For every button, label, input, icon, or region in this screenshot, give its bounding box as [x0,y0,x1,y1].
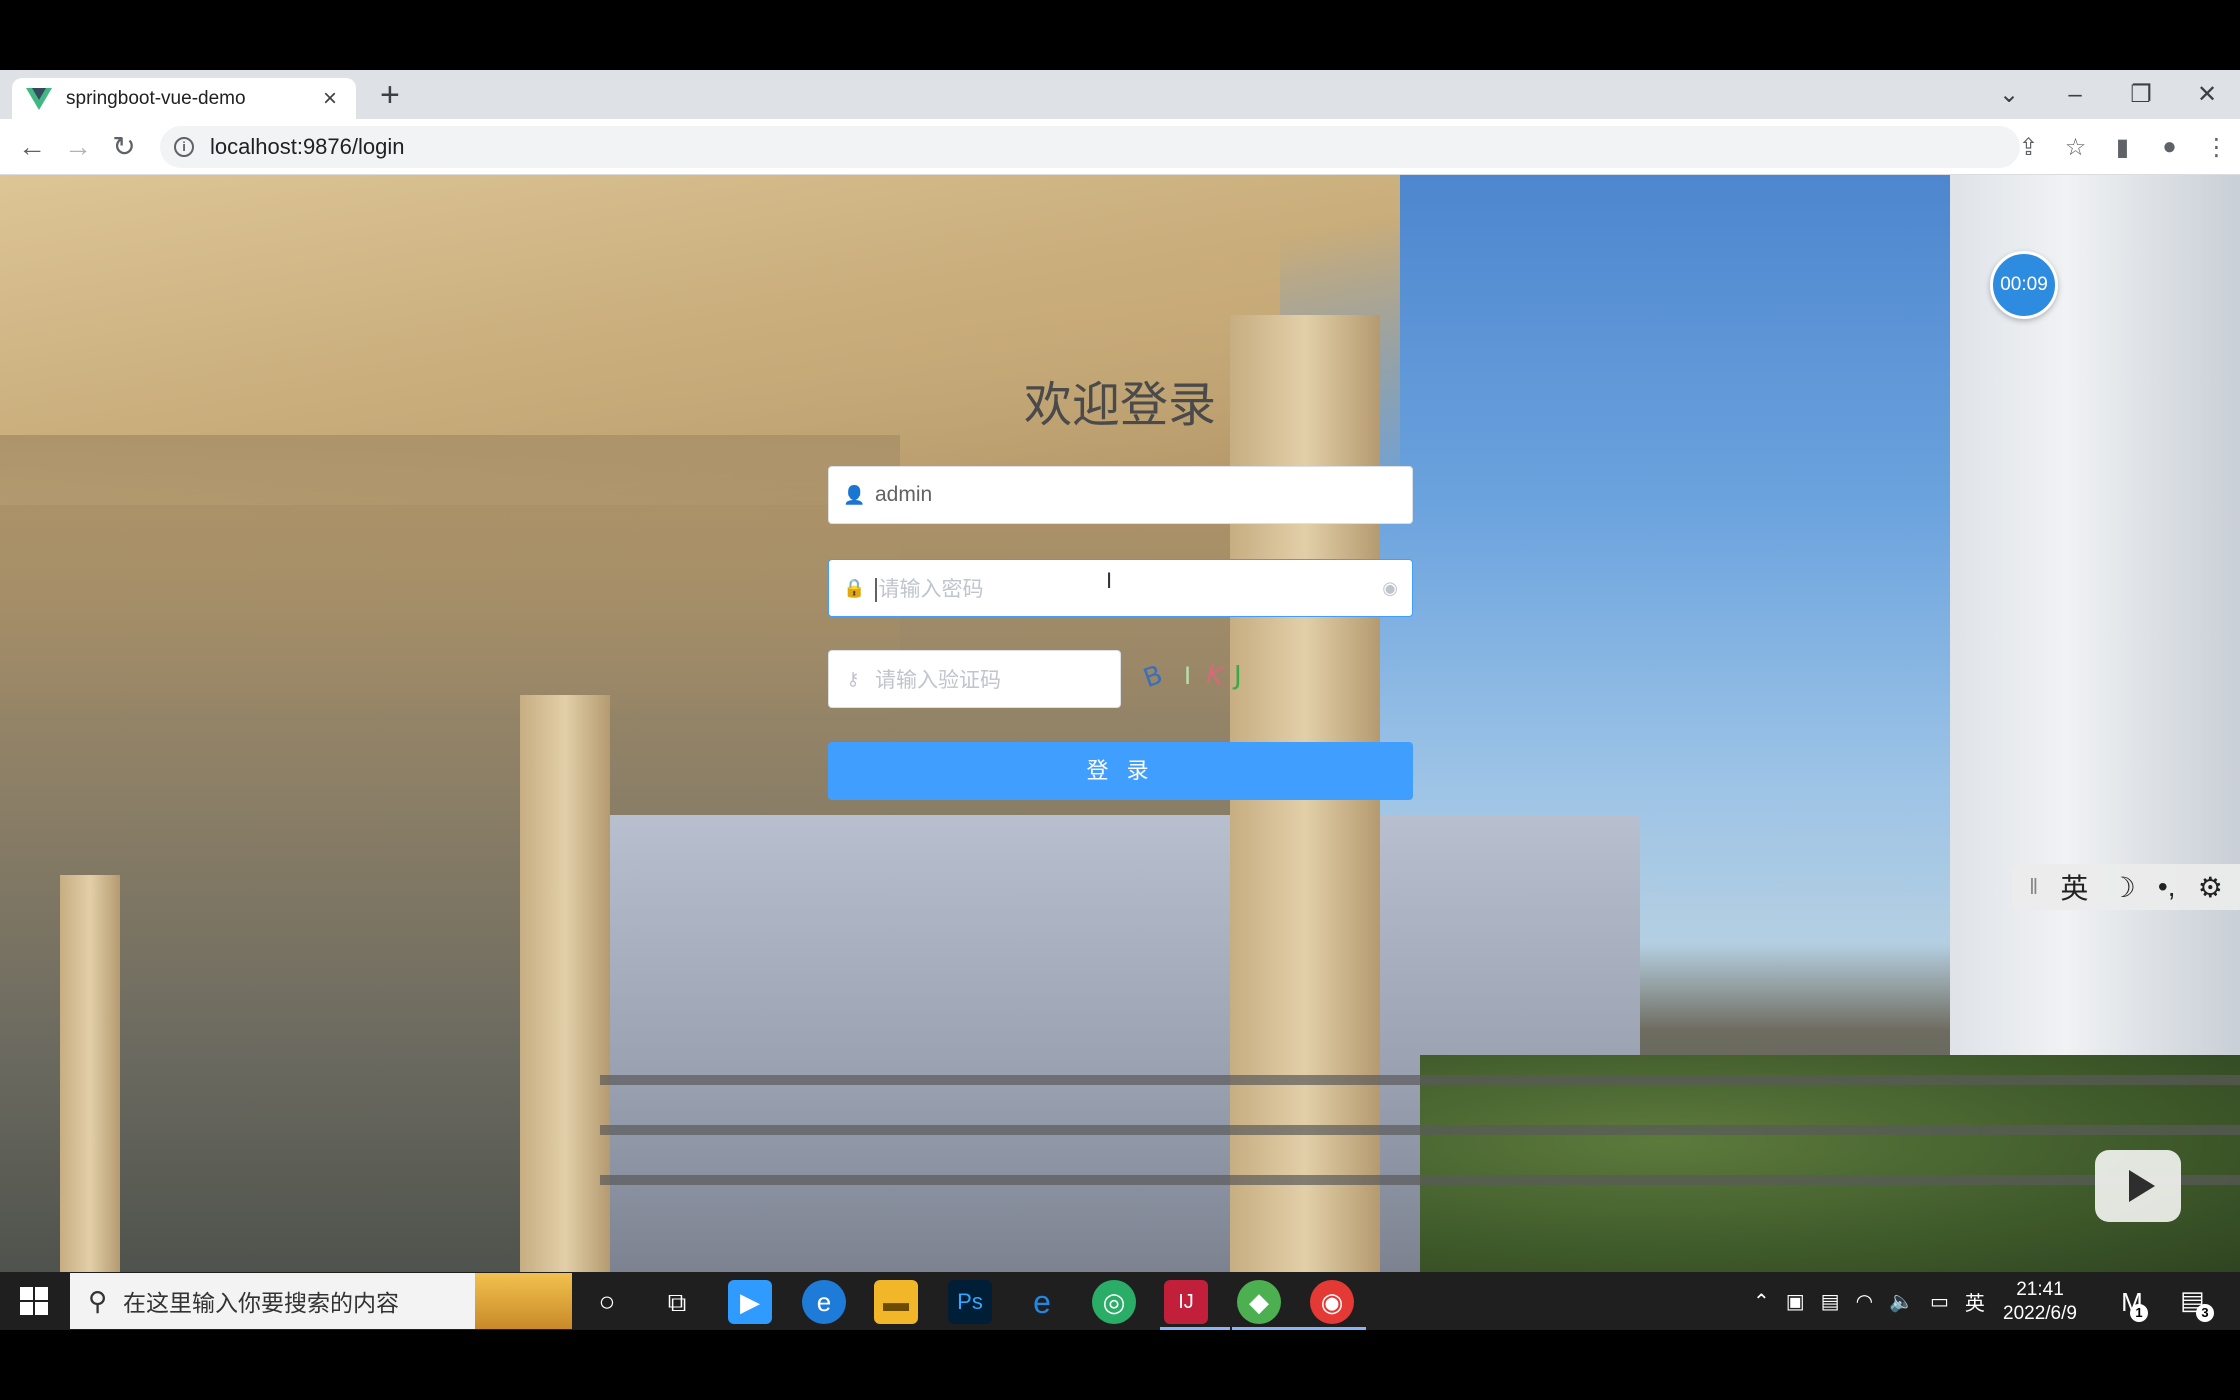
ime-toolbar: ‖ 英 ☽ •, ⚙ [2012,864,2240,910]
captcha-image[interactable]: B I K J [1140,654,1260,696]
intellij-idea-icon[interactable]: IJ [1164,1280,1208,1324]
tray-app-icon[interactable]: ▣ [1786,1289,1805,1314]
minimize-button[interactable]: – [2042,81,2108,109]
tab-close-icon[interactable]: × [318,86,342,111]
background-railing [600,1075,2240,1085]
taskbar-clock[interactable]: 21:41 2022/6/9 [2000,1278,2080,1326]
chevron-up-icon[interactable]: ⌃ [1753,1289,1770,1314]
password-placeholder: 请输入密码 [875,573,1382,603]
background-railing [600,1175,2240,1185]
user-icon: 👤 [843,484,866,505]
browser-tab[interactable]: springboot-vue-demo × [12,78,356,119]
side-panel-icon[interactable]: ▮ [2099,133,2146,162]
video-play-icon[interactable] [2095,1150,2181,1222]
system-tray: ⌃ ▣ ▤ ◠ 🔈 ▭ 英 [1745,1272,1993,1330]
file-explorer-icon[interactable]: ▬ [874,1280,918,1324]
tab-search-chevron-icon[interactable]: ⌄ [1976,80,2042,109]
tab-title: springboot-vue-demo [66,87,246,109]
site-info-icon[interactable]: i [174,137,194,157]
svg-text:J: J [1232,661,1242,691]
vue-logo-icon [26,87,52,110]
browser-toolbar: ← → ↻ i localhost:9876/login ⇪ ☆ ▮ ● ⋮ [0,119,2240,175]
forward-button[interactable]: → [60,129,96,165]
active-indicator [1232,1327,1302,1330]
recording-timer-badge[interactable]: 00:09 [1990,251,2058,319]
punctuation-icon[interactable]: •, [2158,871,2176,903]
notification-badge: 3 [2196,1304,2214,1322]
video-player-app-icon[interactable]: ▶ [728,1280,772,1324]
windows-start-icon[interactable] [20,1287,48,1315]
active-indicator [1296,1327,1366,1330]
windows-taskbar: ⚲ 在这里输入你要搜索的内容 ○ ⧉ ▶ e ▬ Ps e ◎ IJ ◆ ◉ ⌃… [0,1272,2240,1330]
search-icon: ⚲ [88,1285,108,1316]
taskbar-search-placeholder: 在这里输入你要搜索的内容 [123,1290,400,1316]
background-railing [600,1125,2240,1135]
moon-icon[interactable]: ☽ [2111,871,2136,904]
ime-lang-toggle[interactable]: 英 [2060,867,2088,907]
page-title: 欢迎登录 [1023,379,1216,432]
eye-icon[interactable]: ◉ [1382,578,1398,599]
profile-avatar-icon[interactable]: ● [2146,133,2193,161]
new-tab-button[interactable]: + [380,78,400,112]
gear-icon[interactable]: ⚙ [2198,871,2223,904]
username-field[interactable]: 👤 admin [828,466,1413,524]
text-cursor-icon: I [1106,568,1113,593]
photoshop-icon[interactable]: Ps [948,1280,992,1324]
cortana-icon[interactable]: ○ [585,1280,629,1324]
background-pillar [520,695,610,1272]
background-ceiling-shadow [0,435,900,715]
svg-text:I: I [1184,662,1191,690]
wifi-icon[interactable]: ◠ [1856,1289,1873,1314]
restore-button[interactable]: ❐ [2108,80,2174,109]
share-icon[interactable]: ⇪ [2005,133,2052,162]
key-icon: ⚷ [846,668,860,689]
chrome-icon[interactable]: ◉ [1310,1280,1354,1324]
clock-time: 21:41 [2016,1279,2064,1300]
window-controls: ⌄ – ❐ ✕ [1976,70,2240,119]
svg-text:B: B [1140,660,1167,694]
search-highlight-image [475,1273,572,1329]
screen: springboot-vue-demo × + ⌄ – ❐ ✕ ← → ↻ i … [0,0,2240,1400]
active-indicator [1160,1327,1230,1330]
menu-kebab-icon[interactable]: ⋮ [2193,133,2240,162]
ie-browser-icon[interactable]: e [1020,1280,1064,1324]
volume-icon[interactable]: 🔈 [1889,1289,1914,1314]
ime-language-indicator[interactable]: 英 [1965,1287,1985,1316]
battery-icon[interactable]: ▭ [1930,1289,1949,1314]
grip-icon[interactable]: ‖ [2029,874,2038,900]
captcha-field[interactable]: ⚷ 请输入验证码 [828,650,1121,708]
clock-date: 2022/6/9 [2003,1303,2077,1324]
svg-text:K: K [1202,659,1227,693]
login-page: 欢迎登录 👤 admin 🔒 请输入密码 ◉ ⚷ 请输入验证码 B I K J … [0,175,2240,1272]
url-text: localhost:9876/login [210,134,405,159]
lock-icon: 🔒 [843,577,866,598]
back-button[interactable]: ← [14,129,50,165]
captcha-placeholder: 请输入验证码 [875,669,1001,692]
address-bar[interactable]: i localhost:9876/login [160,126,2020,168]
tray-app-icon[interactable]: ▤ [1821,1289,1840,1314]
login-button[interactable]: 登 录 [828,742,1413,800]
edge-browser-icon[interactable]: e [802,1280,846,1324]
browser-tab-strip: springboot-vue-demo × + ⌄ – ❐ ✕ [0,70,2240,119]
username-value: admin [875,483,933,506]
wechat-icon[interactable]: ◎ [1092,1280,1136,1324]
reload-button[interactable]: ↻ [106,129,142,165]
green-app-icon[interactable]: ◆ [1237,1280,1281,1324]
password-field[interactable]: 🔒 请输入密码 ◉ [828,559,1413,617]
close-window-button[interactable]: ✕ [2174,80,2240,109]
background-pillar [60,875,120,1272]
app-badge: 1 [2130,1304,2148,1322]
task-view-icon[interactable]: ⧉ [655,1280,699,1324]
bookmark-star-icon[interactable]: ☆ [2052,133,2099,162]
toolbar-actions: ⇪ ☆ ▮ ● ⋮ [2005,119,2240,175]
